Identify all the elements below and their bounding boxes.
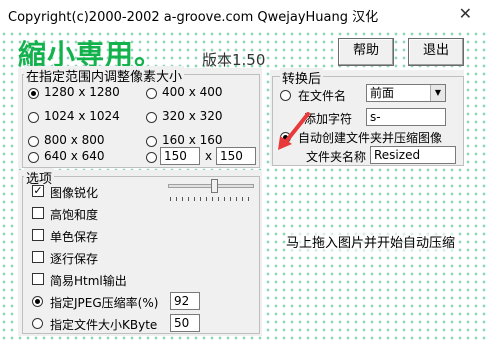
custom-width-input[interactable]: 150: [160, 147, 200, 165]
custom-size-separator: x: [205, 149, 213, 163]
resize-group-title: 在指定范围内调整像素大小: [24, 66, 185, 85]
sharpen-label: 图像锐化: [50, 186, 99, 200]
sharpen-slider-ticks: [170, 197, 252, 201]
radio-1024[interactable]: [28, 112, 39, 123]
options-panel: 选项 ✓ 图像锐化 高饱和度 单色保存 逐行保存 简易Html输出 指定JPEG…: [18, 168, 262, 336]
convert-group-title: 转换后: [280, 68, 324, 87]
file-size-label: 指定文件大小KByte: [50, 318, 158, 332]
folder-name-input[interactable]: Resized: [370, 146, 456, 164]
radio-1280[interactable]: [28, 88, 39, 99]
radio-400[interactable]: [146, 88, 157, 99]
jpeg-quality-label: 指定JPEG压缩率(%): [50, 296, 159, 310]
radio-custom[interactable]: [146, 152, 157, 163]
sharpen-slider-thumb[interactable]: [211, 179, 218, 193]
label-640: 640 x 640: [44, 149, 105, 163]
progressive-checkbox[interactable]: [32, 251, 44, 263]
add-char-input[interactable]: s-: [366, 108, 446, 126]
radio-320[interactable]: [146, 112, 157, 123]
custom-height-input[interactable]: 150: [216, 147, 256, 165]
filename-radio[interactable]: [280, 90, 291, 101]
jpeg-quality-radio[interactable]: [32, 296, 43, 307]
app-window: Copyright(c)2000-2002 a-groove.com Qweja…: [0, 0, 486, 342]
progressive-label: 逐行保存: [50, 252, 99, 266]
exit-button[interactable]: 退出: [408, 38, 464, 66]
saturation-checkbox[interactable]: [32, 207, 44, 219]
help-button[interactable]: 帮助: [338, 38, 394, 66]
jpeg-quality-input[interactable]: 92: [170, 292, 200, 310]
label-400: 400 x 400: [162, 85, 223, 99]
close-icon[interactable]: ✕: [459, 4, 472, 23]
chevron-down-icon[interactable]: ▼: [430, 85, 445, 101]
label-1024: 1024 x 1024: [44, 109, 120, 123]
label-320: 320 x 320: [162, 109, 223, 123]
resize-panel-lower: 640 x 640 150 x 150: [18, 142, 262, 172]
window-title: Copyright(c)2000-2002 a-groove.com Qweja…: [8, 10, 379, 25]
mono-checkbox[interactable]: [32, 229, 44, 241]
file-size-input[interactable]: 50: [170, 314, 200, 332]
version-label: 版本1.50: [202, 51, 266, 69]
sharpen-checkbox[interactable]: ✓: [32, 185, 44, 197]
position-select[interactable]: 前面 ▼: [366, 84, 446, 102]
mono-label: 单色保存: [50, 230, 99, 244]
autofolder-label: 自动创建文件夹并压缩图像: [298, 131, 443, 145]
position-select-value: 前面: [370, 86, 395, 100]
file-size-radio[interactable]: [32, 318, 43, 329]
html-label: 简易Html输出: [50, 274, 127, 288]
drop-hint-text: 马上拖入图片并开始自动压缩: [286, 232, 456, 251]
saturation-label: 高饱和度: [50, 208, 99, 222]
html-checkbox[interactable]: [32, 273, 44, 285]
filename-label: 在文件名: [298, 89, 347, 103]
radio-640[interactable]: [28, 152, 39, 163]
client-area: 縮小専用。 版本1.50 帮助 退出 在指定范围内调整像素大小 1280 x 1…: [0, 30, 486, 342]
title-bar: Copyright(c)2000-2002 a-groove.com Qweja…: [0, 0, 486, 30]
label-1280: 1280 x 1280: [44, 85, 120, 99]
arrow-indicator-icon: [278, 112, 310, 150]
